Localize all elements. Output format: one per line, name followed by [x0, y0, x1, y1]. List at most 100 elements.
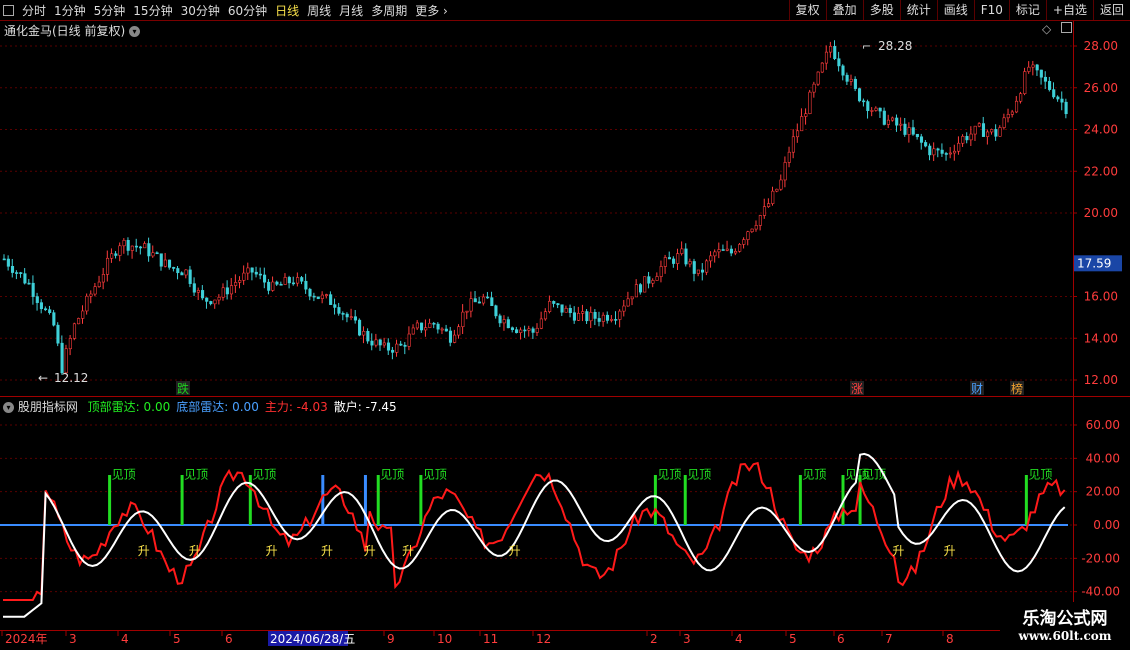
candle — [10, 266, 15, 273]
candle — [465, 310, 469, 313]
candle — [324, 294, 329, 296]
y-tick-label: 0.00 — [1093, 518, 1120, 532]
top-signal-label: 见顶 — [380, 467, 404, 481]
candle — [163, 259, 167, 267]
candle — [767, 203, 771, 207]
candle — [696, 269, 700, 274]
candle — [35, 296, 39, 303]
candle — [246, 267, 250, 274]
candle — [634, 284, 638, 298]
candle — [329, 294, 333, 305]
candle — [895, 117, 899, 126]
candle — [490, 297, 494, 307]
event-marker: 跌 — [177, 381, 189, 396]
chart-canvas[interactable]: 28.0026.0024.0022.0020.0016.0014.0012.00… — [0, 0, 1130, 650]
candle — [585, 311, 589, 322]
bottom-signal-label: 升 — [944, 544, 956, 558]
candle — [911, 127, 915, 135]
candle — [829, 46, 833, 53]
x-tick-label: 5 — [789, 632, 797, 646]
candle — [494, 305, 498, 317]
candle — [56, 324, 60, 344]
candle — [539, 318, 543, 329]
candle — [1006, 114, 1010, 119]
candle — [771, 190, 775, 204]
candle — [523, 329, 527, 332]
candle — [122, 239, 126, 247]
candle — [833, 46, 837, 60]
candle — [618, 310, 622, 320]
top-signal-label: 见顶 — [1028, 467, 1052, 481]
candle — [787, 151, 791, 163]
candle — [857, 88, 862, 102]
candle — [957, 142, 961, 152]
candle — [481, 296, 486, 304]
candle — [97, 281, 101, 287]
candle — [1035, 64, 1039, 71]
candle — [915, 133, 919, 138]
candle — [424, 327, 428, 331]
candle — [461, 311, 465, 328]
candle — [6, 258, 10, 267]
y-tick-label: 28.00 — [1084, 39, 1118, 53]
candle — [139, 246, 143, 249]
candle — [816, 71, 820, 85]
candle — [453, 334, 457, 343]
bottom-signal-label: 升 — [402, 544, 414, 558]
candle — [676, 253, 680, 264]
candle — [60, 342, 64, 374]
candle — [386, 342, 391, 351]
candle — [1039, 69, 1043, 78]
x-tick-label: 6 — [225, 632, 233, 646]
x-tick-label: 2 — [650, 632, 658, 646]
candle — [684, 248, 688, 265]
candle — [180, 272, 184, 276]
bottom-signal-label: 升 — [509, 544, 521, 558]
top-signal-label: 见顶 — [657, 467, 681, 481]
candle — [969, 133, 973, 141]
candle — [936, 148, 940, 151]
event-marker: 财 — [971, 382, 983, 396]
candle — [667, 257, 672, 260]
candle — [477, 301, 481, 304]
candle — [192, 283, 196, 293]
candle — [469, 298, 473, 312]
top-signal-label: 见顶 — [423, 467, 447, 481]
candle — [986, 131, 990, 137]
candle — [874, 107, 878, 111]
candle — [626, 298, 630, 307]
candle — [841, 65, 845, 76]
candle — [275, 281, 279, 285]
candle — [779, 179, 783, 190]
y-tick-label: 14.00 — [1084, 331, 1118, 345]
bottom-signal-label: 升 — [364, 544, 376, 558]
candle — [312, 295, 316, 298]
y-tick-label: -20.00 — [1081, 551, 1120, 565]
x-tick-label: 5 — [173, 632, 181, 646]
candle — [366, 330, 370, 342]
candle — [845, 74, 849, 82]
candle — [15, 272, 19, 274]
candle — [804, 113, 808, 117]
candle — [932, 148, 936, 156]
candle — [349, 316, 353, 319]
candle — [159, 253, 163, 267]
candle — [713, 251, 717, 257]
candle — [242, 272, 246, 281]
candle — [924, 142, 928, 147]
candle — [238, 280, 242, 283]
candle — [796, 130, 800, 138]
candle — [378, 339, 382, 346]
candle — [903, 123, 907, 135]
candle — [700, 269, 705, 273]
candle — [1031, 64, 1035, 68]
candle — [333, 304, 337, 308]
candle — [572, 312, 576, 321]
candle — [961, 136, 965, 144]
x-tick-label: 7 — [885, 632, 893, 646]
candle — [263, 274, 267, 283]
main-force-line — [3, 461, 1066, 601]
candle — [1027, 66, 1031, 72]
candle — [601, 314, 605, 322]
candle — [630, 296, 634, 300]
